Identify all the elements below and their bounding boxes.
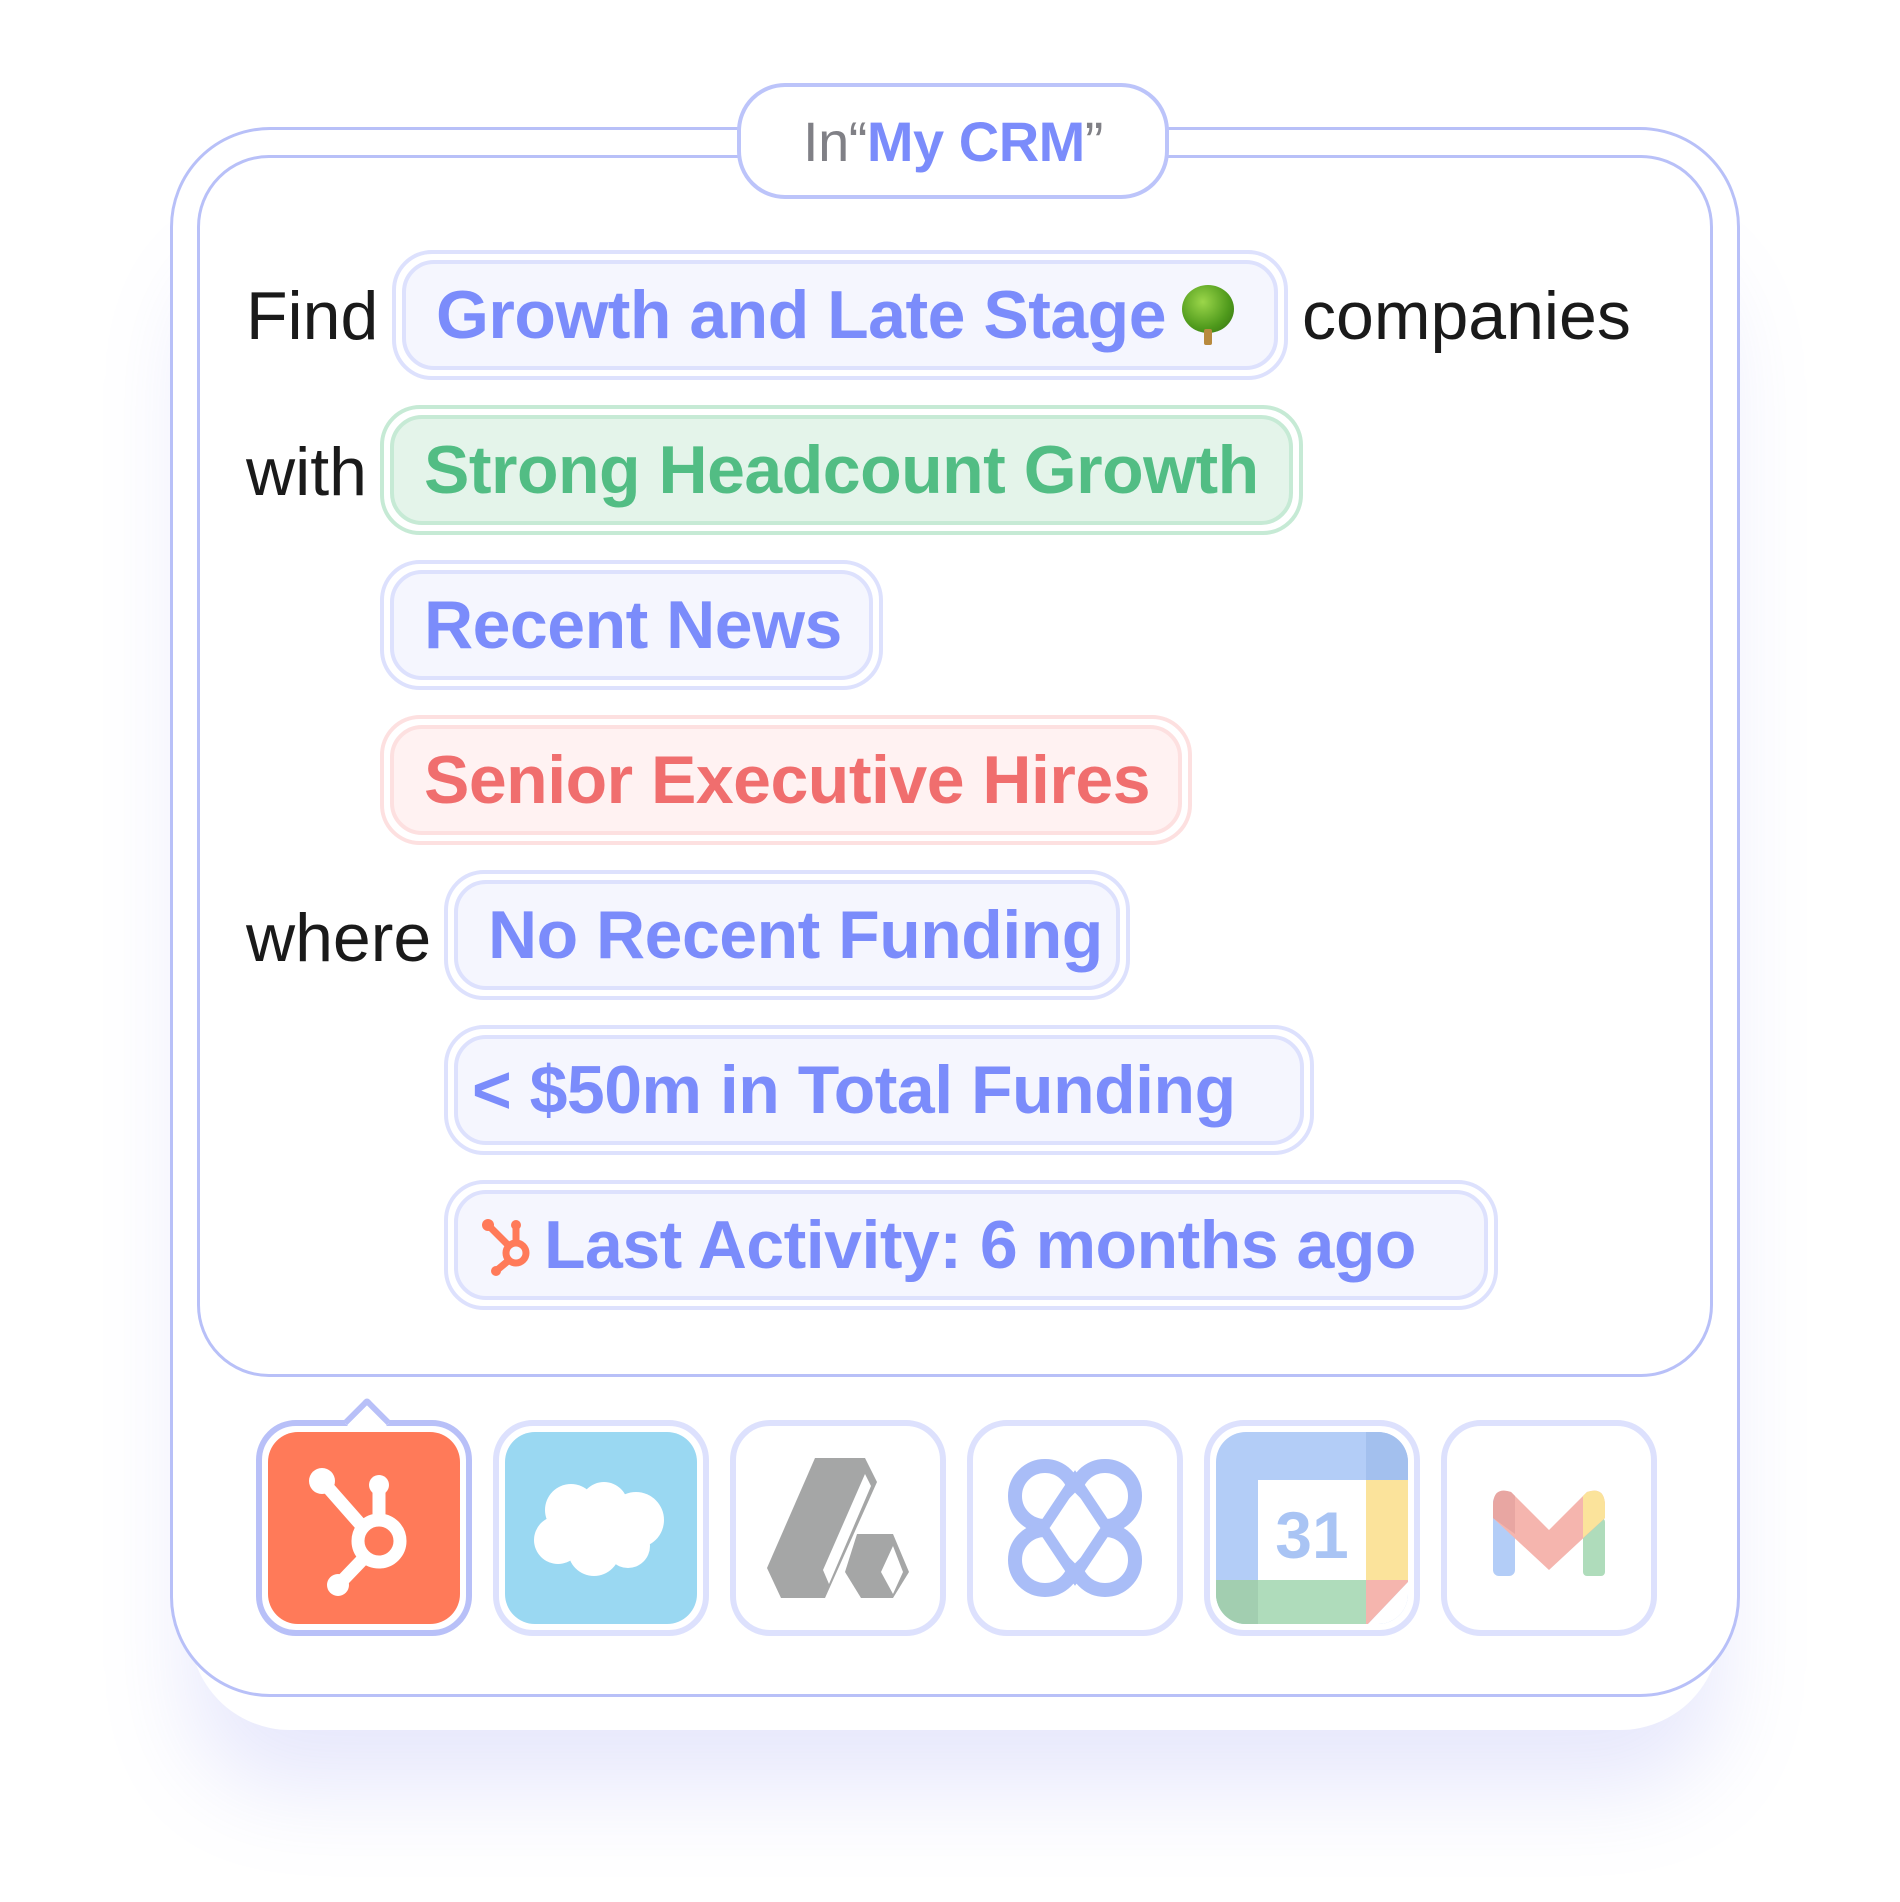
deciduous-tree-icon (1180, 285, 1236, 345)
signal-label: Recent News (424, 587, 842, 663)
stage-filter-chip[interactable]: Growth and Late Stage (392, 250, 1288, 380)
integration-hubspot[interactable] (256, 1396, 472, 1636)
condition-chip-last-activity[interactable]: Last Activity: 6 months ago (444, 1180, 1498, 1310)
integration-google-calendar[interactable]: 31 (1204, 1420, 1420, 1636)
signal-label: Senior Executive Hires (424, 742, 1151, 818)
crm-source-pill[interactable]: In “ My CRM ” (737, 83, 1169, 199)
companies-label: companies (1302, 278, 1631, 354)
signal-chip-news[interactable]: Recent News (380, 560, 883, 690)
integration-affinity[interactable] (967, 1420, 1183, 1636)
integration-gmail[interactable] (1441, 1420, 1657, 1636)
google-calendar-icon: 31 (1216, 1432, 1408, 1624)
integration-attio[interactable] (730, 1420, 946, 1636)
with-label: with (246, 434, 367, 510)
condition-label: < $50m in Total Funding (472, 1052, 1236, 1128)
hubspot-icon (482, 1219, 530, 1276)
signal-chip-exec-hires[interactable]: Senior Executive Hires (380, 715, 1192, 845)
where-label: where (246, 900, 432, 976)
source-prefix: In (803, 109, 849, 173)
condition-label: No Recent Funding (488, 897, 1103, 973)
gmail-icon (1493, 1490, 1605, 1576)
condition-chip-total-funding[interactable]: < $50m in Total Funding (444, 1025, 1314, 1155)
signal-label: Strong Headcount Growth (424, 432, 1259, 508)
condition-chip-funding[interactable]: No Recent Funding (444, 870, 1130, 1000)
attio-icon (767, 1458, 909, 1598)
source-open-quote: “ (848, 109, 868, 173)
source-close-quote: ” (1084, 109, 1104, 173)
source-name: My CRM (866, 109, 1085, 173)
affinity-icon (1008, 1459, 1142, 1597)
find-label: Find (246, 278, 379, 354)
stage-filter-label: Growth and Late Stage (436, 277, 1167, 353)
salesforce-cloud-icon (534, 1482, 664, 1576)
signal-chip-headcount[interactable]: Strong Headcount Growth (380, 405, 1303, 535)
integration-list: 31 (256, 1396, 1657, 1636)
integration-salesforce[interactable] (493, 1420, 709, 1636)
calendar-day: 31 (1275, 1498, 1348, 1572)
hubspot-icon (309, 1468, 407, 1596)
condition-label: Last Activity: 6 months ago (544, 1207, 1416, 1283)
